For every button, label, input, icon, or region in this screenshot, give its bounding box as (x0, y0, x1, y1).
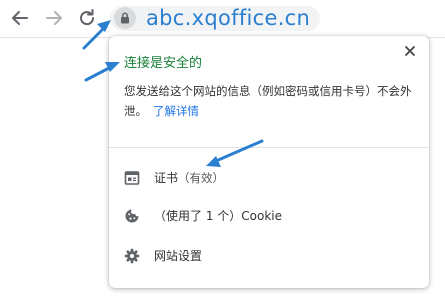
arrow-left-icon (12, 11, 28, 25)
connection-secure-title: 连接是安全的 (124, 56, 203, 71)
browser-toolbar: abc.xqoffice.cn (0, 0, 445, 38)
site-info-popup: 连接是安全的 您发送给这个网站的信息（例如密码或信用卡号）不会外泄。 了解详情 证… (109, 36, 429, 288)
gear-icon (124, 248, 140, 264)
reload-button[interactable] (76, 7, 98, 29)
site-settings-label: 网站设置 (154, 249, 203, 263)
url-text[interactable]: abc.xqoffice.cn (146, 4, 310, 32)
cookie-icon (125, 209, 139, 223)
arrow-right-icon (46, 11, 62, 25)
forward-button[interactable] (43, 7, 65, 29)
reload-icon (80, 9, 95, 26)
learn-more-link[interactable]: 了解详情 (153, 104, 199, 118)
divider (109, 147, 429, 148)
close-icon (405, 46, 415, 56)
back-button[interactable] (9, 7, 31, 29)
close-button[interactable] (402, 43, 418, 59)
cookie-label: （使用了 1 个）Cookie (154, 209, 282, 223)
certificate-status: （有效） (178, 171, 225, 185)
site-settings-row[interactable]: 网站设置 (109, 239, 429, 273)
certificate-label: 证书（有效） (154, 169, 224, 187)
certificate-row[interactable]: 证书（有效） (109, 161, 429, 195)
certificate-icon (124, 171, 140, 185)
cookie-row[interactable]: （使用了 1 个）Cookie (109, 199, 429, 233)
lock-icon (121, 12, 129, 24)
certificate-label-text: 证书 (154, 171, 179, 185)
site-info-button[interactable] (114, 7, 136, 29)
connection-description: 您发送给这个网站的信息（例如密码或信用卡号）不会外泄。 了解详情 (124, 81, 416, 121)
